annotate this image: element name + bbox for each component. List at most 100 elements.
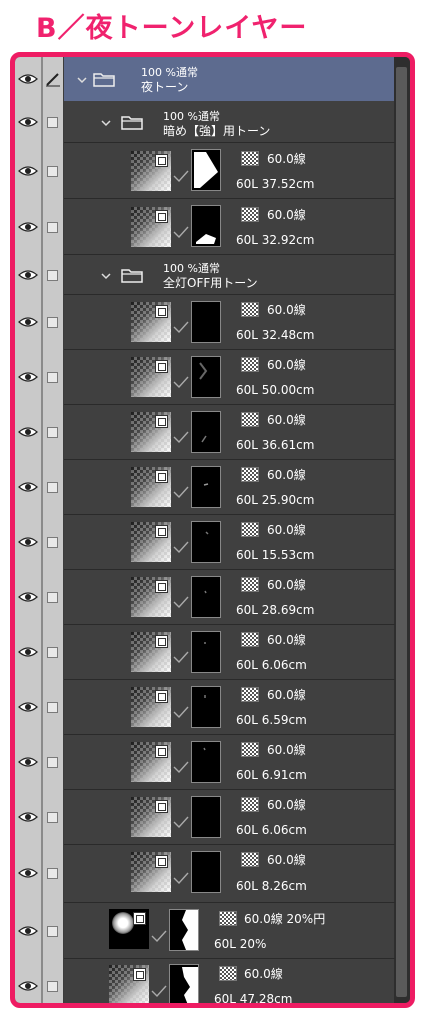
checkmark-icon [173,816,189,828]
lock-checkbox[interactable] [47,981,58,992]
lock-checkbox[interactable] [47,117,58,128]
lock-checkbox[interactable] [47,427,58,438]
layer-type-icon [155,855,168,868]
layer-row[interactable]: 60.0線 60L 25.90cm [15,460,395,515]
eye-icon[interactable] [18,165,38,177]
layer-type-icon [155,210,168,223]
eye-icon[interactable] [18,591,38,603]
chevron-down-icon[interactable] [101,118,111,128]
layer-type-icon [155,690,168,703]
lock-checkbox[interactable] [47,812,58,823]
checkmark-icon [173,376,189,388]
mask-thumbnail [191,631,221,673]
eye-icon[interactable] [18,701,38,713]
layer-thumbnail [131,357,171,397]
eye-icon[interactable] [18,980,38,992]
tone-icon [241,151,259,166]
eye-icon[interactable] [18,316,38,328]
mask-thumbnail [191,686,221,728]
tone-detail: 60L 20% [214,937,267,951]
mask-thumbnail [191,149,221,191]
eye-icon[interactable] [18,269,38,281]
tone-lines: 60.0線 20%円 [244,912,326,926]
eye-icon[interactable] [18,867,38,879]
layer-thumbnail [131,797,171,837]
layer-row[interactable]: 60.0線 60L 50.00cm [15,350,395,405]
eye-icon[interactable] [18,925,38,937]
layer-folder-dark[interactable]: 100 %通常 暗め【強】用トーン [15,101,395,143]
eye-icon[interactable] [18,371,38,383]
eye-icon[interactable] [18,536,38,548]
layer-row[interactable]: 60.0線 60L 6.06cm [15,625,395,680]
lock-checkbox[interactable] [47,647,58,658]
chevron-down-icon[interactable] [77,75,87,85]
checkmark-icon [173,651,189,663]
layer-row[interactable]: 60.0線 60L 37.52cm [15,143,395,199]
scrollbar-thumb[interactable] [396,67,407,997]
mask-thumbnail [191,301,221,343]
layer-type-icon [133,912,146,925]
layer-row[interactable]: 60.0線 60L 32.48cm [15,295,395,350]
lock-checkbox[interactable] [47,317,58,328]
layer-row[interactable]: 60.0線 60L 6.06cm [15,790,395,845]
lock-checkbox[interactable] [47,482,58,493]
tone-lines: 60.0線 [267,152,306,166]
tone-icon [241,797,259,812]
layer-row[interactable]: 60.0線 60L 8.26cm [15,845,395,903]
eye-icon[interactable] [18,756,38,768]
lock-checkbox[interactable] [47,166,58,177]
layer-thumbnail [131,302,171,342]
eye-icon[interactable] [18,426,38,438]
layer-row[interactable]: 60.0線 20%円 60L 20% [15,903,395,959]
checkmark-icon [173,706,189,718]
checkmark-icon [173,431,189,443]
folder-name: 夜トーン [141,80,189,94]
layer-row[interactable]: 60.0線 60L 15.53cm [15,515,395,570]
layer-row[interactable]: 60.0線 60L 6.59cm [15,680,395,735]
eye-icon[interactable] [18,73,38,85]
eye-icon[interactable] [18,116,38,128]
layer-thumbnail [131,151,171,191]
lock-checkbox[interactable] [47,270,58,281]
checkmark-icon [173,170,189,182]
layer-row[interactable]: 60.0線 60L 47.28cm [15,959,395,1006]
layer-type-icon [155,800,168,813]
tone-lines: 60.0線 [267,633,306,647]
tone-icon [241,742,259,757]
layer-row[interactable]: 60.0線 60L 32.92cm [15,199,395,255]
lock-checkbox[interactable] [47,372,58,383]
pen-icon[interactable] [45,71,61,87]
folder-icon [121,269,143,283]
eye-icon[interactable] [18,811,38,823]
layer-row[interactable]: 60.0線 60L 28.69cm [15,570,395,625]
mask-thumbnail [191,741,221,783]
layer-thumbnail [131,207,171,247]
tone-detail: 60L 47.28cm [214,992,293,1006]
checkmark-icon [151,930,167,942]
lock-checkbox[interactable] [47,592,58,603]
layer-thumbnail [131,522,171,562]
lock-checkbox[interactable] [47,537,58,548]
checkmark-icon [173,486,189,498]
lock-checkbox[interactable] [47,757,58,768]
layer-folder-root[interactable]: 100 %通常 夜トーン [15,57,395,101]
eye-icon[interactable] [18,221,38,233]
layer-row[interactable]: 60.0線 60L 36.61cm [15,405,395,460]
lock-checkbox[interactable] [47,702,58,713]
lock-checkbox[interactable] [47,868,58,879]
tone-detail: 60L 28.69cm [236,603,315,617]
layer-folder-lights-off[interactable]: 100 %通常 全灯OFF用トーン [15,255,395,295]
folder-icon [121,116,143,130]
eye-icon[interactable] [18,646,38,658]
chevron-down-icon[interactable] [101,271,111,281]
lock-checkbox[interactable] [47,926,58,937]
tone-detail: 60L 37.52cm [236,177,315,191]
eye-icon[interactable] [18,481,38,493]
mask-thumbnail [191,466,221,508]
checkmark-icon [173,596,189,608]
tone-lines: 60.0線 [267,468,306,482]
lock-checkbox[interactable] [47,222,58,233]
checkmark-icon [173,872,189,884]
tone-icon [241,577,259,592]
layer-row[interactable]: 60.0線 60L 6.91cm [15,735,395,790]
